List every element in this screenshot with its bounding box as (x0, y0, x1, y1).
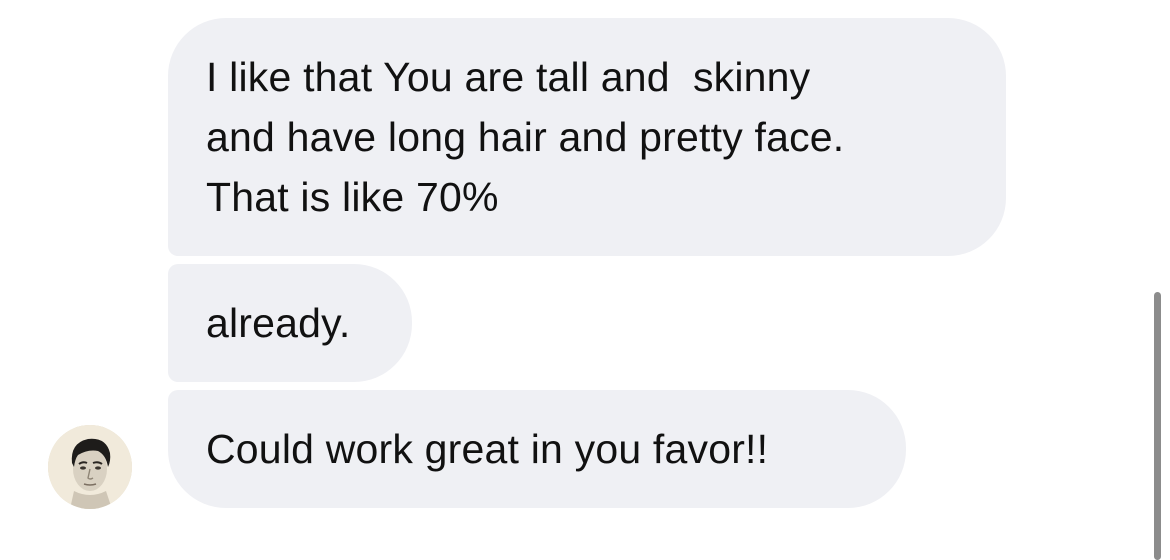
scrollbar[interactable] (1154, 292, 1161, 560)
sender-avatar[interactable] (48, 425, 132, 509)
person-portrait-icon (48, 425, 132, 509)
message-bubble[interactable]: I like that You are tall and skinny and … (168, 18, 1006, 256)
message-bubble[interactable]: Could work great in you favor!! (168, 390, 906, 508)
message-bubble[interactable]: already. (168, 264, 412, 382)
message-thread: I like that You are tall and skinny and … (0, 0, 1170, 560)
